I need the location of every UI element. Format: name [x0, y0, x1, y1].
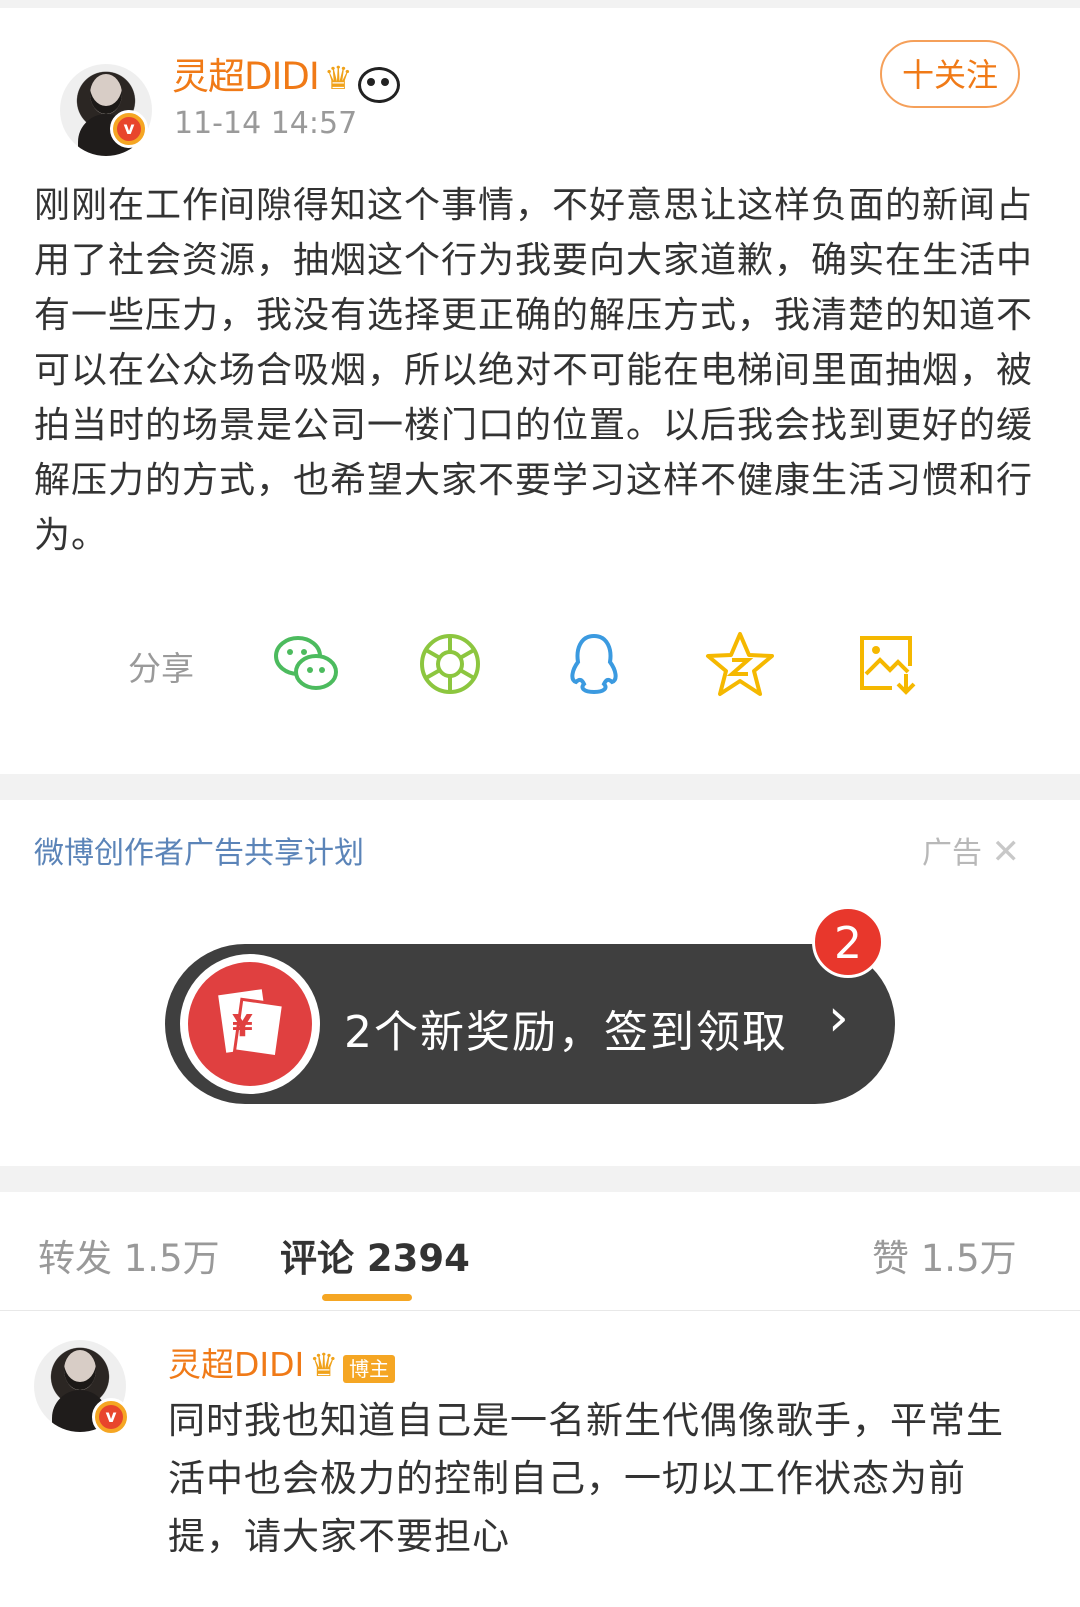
- author-line: 灵超DIDI ♛: [172, 46, 400, 103]
- tab-comments[interactable]: 评论 2394: [280, 1228, 470, 1282]
- comment-author-line: 灵超DIDI ♛ 博主: [168, 1338, 396, 1386]
- reward-count-badge: 2: [812, 906, 884, 978]
- verified-badge-icon: v: [110, 110, 148, 148]
- reward-text[interactable]: 2个新奖励，签到领取: [344, 996, 788, 1060]
- ad-program-link[interactable]: 微博创作者广告共享计划: [34, 828, 364, 872]
- panda-icon: [357, 66, 400, 103]
- follow-button[interactable]: 十关注: [880, 40, 1020, 108]
- qzone-icon[interactable]: [704, 628, 776, 700]
- ad-label: 广告 ✕: [922, 828, 1020, 872]
- comment-crown-icon: ♛: [309, 1346, 339, 1384]
- author-name[interactable]: 灵超DIDI: [172, 55, 320, 98]
- top-band: [0, 0, 1080, 8]
- post-body: 刚刚在工作间隙得知这个事情，不好意思让这样负面的新闻占用了社会资源，抽烟这个行为…: [34, 185, 1034, 556]
- active-tab-indicator: [322, 1294, 412, 1301]
- moments-icon[interactable]: [414, 628, 486, 700]
- chevron-right-icon[interactable]: ›: [828, 988, 849, 1048]
- save-image-icon[interactable]: [852, 628, 924, 700]
- post-timestamp: 11-14 14:57: [174, 106, 358, 141]
- close-icon[interactable]: ✕: [992, 832, 1021, 872]
- svg-text:¥: ¥: [232, 1009, 253, 1044]
- comment-author-name[interactable]: 灵超DIDI: [168, 1345, 304, 1384]
- crown-icon: ♛: [323, 59, 353, 97]
- section-divider-2: [0, 1166, 1080, 1192]
- wechat-icon[interactable]: [270, 628, 342, 700]
- comment-body: 同时我也知道自己是一名新生代偶像歌手，平常生活中也会极力的控制自己，一切以工作状…: [168, 1399, 1004, 1558]
- tab-likes[interactable]: 赞 1.5万: [872, 1228, 1017, 1282]
- red-envelope-icon: ¥: [188, 962, 312, 1086]
- qq-icon[interactable]: [558, 628, 630, 700]
- tab-repost[interactable]: 转发 1.5万: [38, 1228, 220, 1282]
- share-label: 分享: [128, 649, 194, 688]
- ad-label-text: 广告: [922, 836, 982, 871]
- section-divider: [0, 774, 1080, 800]
- comment-verified-badge-icon: v: [92, 1398, 130, 1436]
- tab-divider: [0, 1310, 1080, 1311]
- host-badge: 博主: [343, 1355, 396, 1383]
